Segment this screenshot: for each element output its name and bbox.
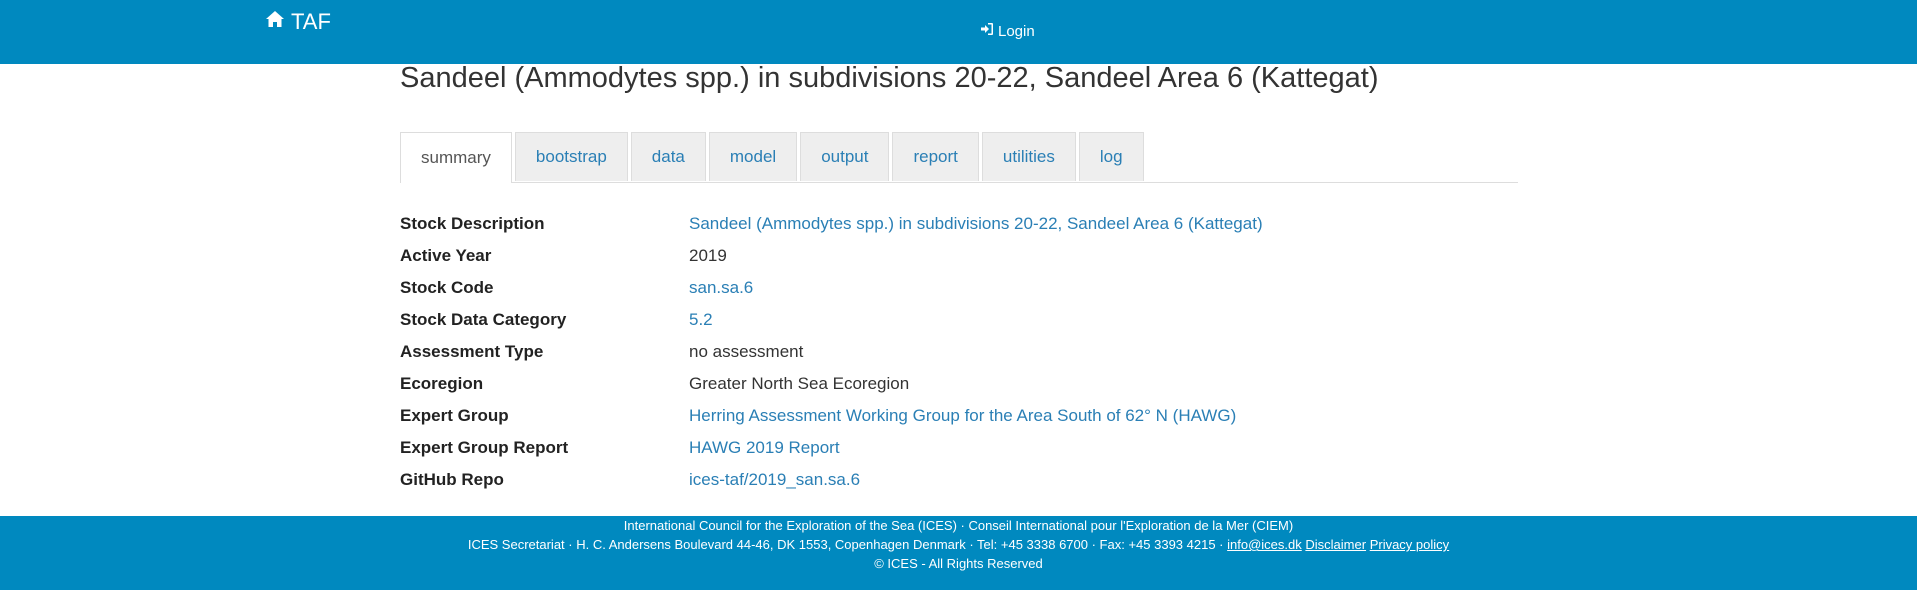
- page-title: Sandeel (Ammodytes spp.) in subdivisions…: [400, 62, 1379, 94]
- tab-bar: summary bootstrap data model output repo…: [400, 132, 1518, 183]
- summary-row: Assessment Type no assessment: [400, 336, 1518, 368]
- privacy-policy-link[interactable]: Privacy policy: [1370, 537, 1449, 552]
- stock-description-link[interactable]: Sandeel (Ammodytes spp.) in subdivisions…: [689, 214, 1263, 234]
- summary-table: Stock Description Sandeel (Ammodytes spp…: [400, 208, 1518, 496]
- brand-label: TAF: [291, 9, 331, 34]
- login-label: Login: [998, 22, 1035, 40]
- tab-output[interactable]: output: [800, 132, 890, 181]
- summary-row: Ecoregion Greater North Sea Ecoregion: [400, 368, 1518, 400]
- summary-row: Stock Description Sandeel (Ammodytes spp…: [400, 208, 1518, 240]
- summary-row: GitHub Repo ices-taf/2019_san.sa.6: [400, 464, 1518, 496]
- footer-address: ICES Secretariat · H. C. Andersens Boule…: [467, 537, 1224, 552]
- tab-model[interactable]: model: [708, 132, 798, 181]
- summary-row: Expert Group Herring Assessment Working …: [400, 400, 1518, 432]
- row-label: Expert Group Report: [400, 438, 569, 457]
- sign-in-icon: [980, 22, 994, 40]
- active-year-value: 2019: [689, 246, 727, 265]
- tab-utilities[interactable]: utilities: [981, 132, 1076, 181]
- row-label: Expert Group: [400, 406, 509, 425]
- login-link[interactable]: Login: [980, 22, 1035, 40]
- brand-link[interactable]: TAF: [265, 9, 331, 35]
- disclaimer-link[interactable]: Disclaimer: [1305, 537, 1366, 552]
- tab-report[interactable]: report: [892, 132, 979, 181]
- row-label: Stock Description: [400, 214, 545, 233]
- row-label: Assessment Type: [400, 342, 544, 361]
- tab-summary[interactable]: summary: [400, 132, 512, 183]
- github-repo-link[interactable]: ices-taf/2019_san.sa.6: [689, 470, 860, 490]
- ecoregion-value: Greater North Sea Ecoregion: [689, 374, 910, 393]
- assessment-type-value: no assessment: [689, 342, 804, 361]
- row-label: Ecoregion: [400, 374, 484, 393]
- tab-data[interactable]: data: [630, 132, 706, 181]
- home-icon: [265, 9, 285, 35]
- footer-contact-line: ICES Secretariat · H. C. Andersens Boule…: [0, 535, 1917, 554]
- top-navbar: TAF Login: [0, 0, 1917, 64]
- summary-row: Stock Data Category 5.2: [400, 304, 1518, 336]
- row-label: Active Year: [400, 246, 492, 265]
- stock-data-category-link[interactable]: 5.2: [689, 310, 713, 330]
- row-label: Stock Code: [400, 278, 494, 297]
- email-link[interactable]: info@ices.dk: [1227, 537, 1302, 552]
- row-label: GitHub Repo: [400, 470, 504, 489]
- footer-org-line: International Council for the Exploratio…: [623, 518, 1294, 533]
- expert-group-link[interactable]: Herring Assessment Working Group for the…: [689, 406, 1236, 426]
- tab-bootstrap[interactable]: bootstrap: [514, 132, 628, 181]
- stock-code-link[interactable]: san.sa.6: [689, 278, 753, 298]
- page-footer: International Council for the Exploratio…: [0, 516, 1917, 590]
- summary-row: Stock Code san.sa.6: [400, 272, 1518, 304]
- summary-row: Active Year 2019: [400, 240, 1518, 272]
- footer-copyright: © ICES - All Rights Reserved: [874, 556, 1043, 571]
- tab-log[interactable]: log: [1078, 132, 1144, 181]
- expert-group-report-link[interactable]: HAWG 2019 Report: [689, 438, 840, 458]
- row-label: Stock Data Category: [400, 310, 567, 329]
- summary-row: Expert Group Report HAWG 2019 Report: [400, 432, 1518, 464]
